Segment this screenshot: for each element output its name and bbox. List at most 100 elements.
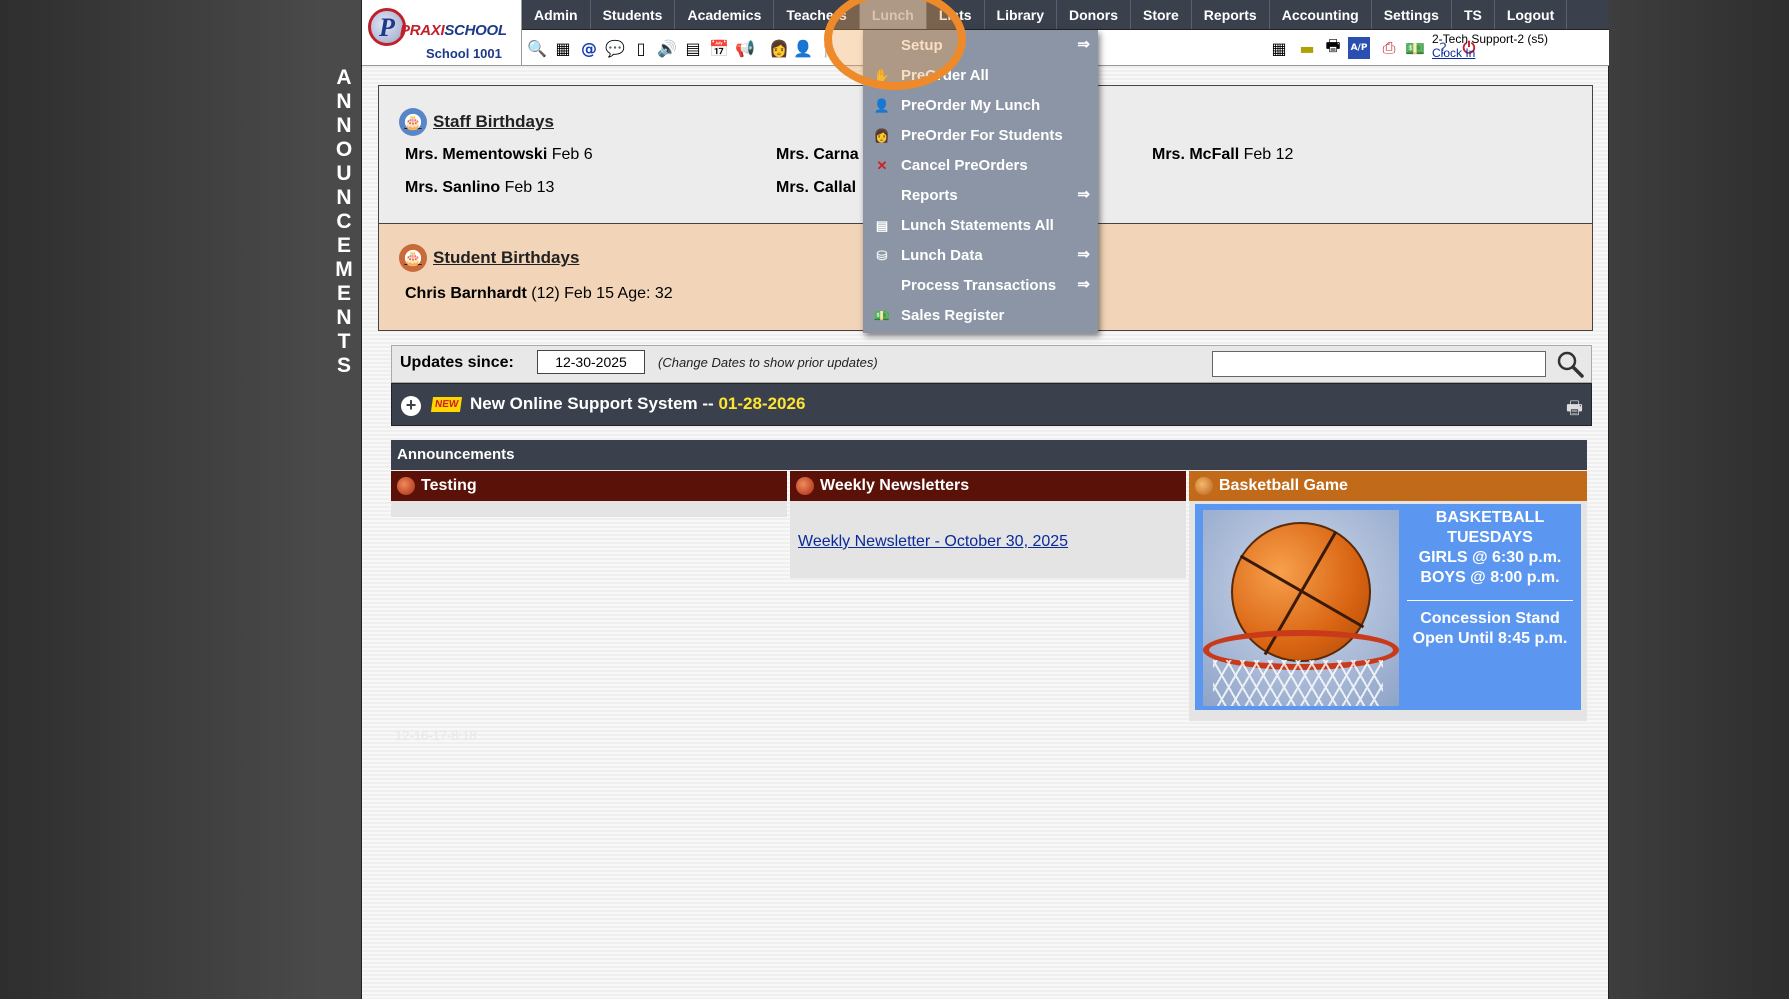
lunch-menu-lunch-data[interactable]: ⛁ Lunch Data ⇒	[863, 240, 1098, 270]
user-info: 2-Tech Support-2 (s5) Clock In	[1432, 32, 1548, 60]
submenu-arrow-icon: ⇒	[1077, 36, 1090, 53]
lunch-menu-preorder-my-lunch[interactable]: 👤 PreOrder My Lunch	[863, 90, 1098, 120]
new-badge: NEW	[430, 397, 463, 412]
updates-label: Updates since:	[400, 354, 514, 371]
logo-brand: PRAXISCHOOL	[400, 22, 507, 39]
print-icon[interactable]: 🖶	[1566, 396, 1583, 426]
calendar-grid-icon[interactable]: ▦	[552, 37, 574, 59]
cake-icon: 🎂	[399, 108, 427, 136]
menu-accounting[interactable]: Accounting	[1270, 0, 1372, 29]
database-icon: ⛁	[876, 248, 888, 263]
student-icon[interactable]: 👤	[792, 37, 814, 59]
menu-teachers[interactable]: Teachers	[774, 0, 860, 29]
staff-birthday-item: Mrs. Callal	[776, 179, 857, 196]
search-icon[interactable]: 🔍	[526, 37, 548, 59]
basketball-flyer-text: BASKETBALL TUESDAYS GIRLS @ 6:30 p.m. BO…	[1401, 508, 1579, 649]
speaker-icon[interactable]: 🔊	[656, 37, 678, 59]
mobile-icon[interactable]: ▯	[630, 37, 652, 59]
logo[interactable]: PRAXISCHOOL School 1001	[362, 0, 522, 66]
support-announcement-bar[interactable]: + NEW New Online Support System -- 01-28…	[391, 383, 1592, 426]
faint-timestamp: 12-16-17-8:18	[395, 728, 477, 743]
menu-academics[interactable]: Academics	[675, 0, 775, 29]
staff-birthdays-title[interactable]: 🎂 Staff Birthdays	[399, 108, 554, 136]
calendar-icon[interactable]: 📅	[708, 37, 730, 59]
menu-lists[interactable]: Lists	[927, 0, 985, 29]
submenu-arrow-icon: ⇒	[1077, 276, 1090, 293]
announcement-column-title: Basketball Game	[1189, 471, 1587, 501]
cancel-icon: ✕	[876, 158, 888, 173]
menu-reports[interactable]: Reports	[1192, 0, 1270, 29]
school-name: School 1001	[426, 46, 502, 61]
menu-lunch[interactable]: Lunch	[859, 0, 927, 29]
lunch-menu-sales-register[interactable]: 💵 Sales Register	[863, 300, 1098, 330]
menu-admin[interactable]: Admin	[522, 0, 591, 29]
updates-date-input[interactable]: 12-30-2025	[537, 350, 645, 374]
preorder-my-lunch-icon: 👤	[873, 98, 891, 113]
email-icon[interactable]: @	[578, 37, 600, 59]
teacher-icon[interactable]: 👩	[768, 37, 790, 59]
ap-icon[interactable]: A/P	[1348, 37, 1370, 59]
pdf-icon[interactable]: ⎙	[1378, 37, 1400, 59]
menu-donors[interactable]: Donors	[1057, 0, 1131, 29]
announcement-column-title: Weekly Newsletters	[790, 471, 1186, 501]
statements-icon: ▤	[875, 218, 889, 233]
search-button[interactable]	[1552, 348, 1588, 380]
lunch-menu-statements-all[interactable]: ▤ Lunch Statements All	[863, 210, 1098, 240]
lunch-menu-reports[interactable]: Reports ⇒	[863, 180, 1098, 210]
lunch-dropdown-menu: Setup ⇒ ✋ PreOrder All 👤 PreOrder My Lunch …	[863, 30, 1098, 333]
submenu-arrow-icon: ⇒	[1077, 186, 1090, 203]
menu-store[interactable]: Store	[1131, 0, 1192, 29]
menu-students[interactable]: Students	[591, 0, 676, 29]
lunch-menu-process-transactions[interactable]: Process Transactions ⇒	[863, 270, 1098, 300]
newsletter-link[interactable]: Weekly Newsletter - October 30, 2025	[790, 501, 1186, 551]
clock-in-link[interactable]: Clock In	[1432, 46, 1548, 60]
lunch-menu-cancel-preorders[interactable]: ✕ Cancel PreOrders	[863, 150, 1098, 180]
basketball-image	[1203, 510, 1399, 706]
chat-icon[interactable]: 💬	[604, 37, 626, 59]
lunch-menu-preorder-all[interactable]: ✋ PreOrder All	[863, 60, 1098, 90]
hoop-net-graphic	[1213, 660, 1383, 706]
announcements-vertical-banner: ANNOUNCEMENTS	[335, 66, 353, 377]
lunch-icon[interactable]: 🍴	[818, 37, 840, 59]
magnifier-icon	[1557, 351, 1584, 378]
announcement-body: BASKETBALL TUESDAYS GIRLS @ 6:30 p.m. BO…	[1189, 501, 1587, 721]
menu-ts[interactable]: TS	[1452, 0, 1495, 29]
submenu-arrow-icon: ⇒	[1077, 246, 1090, 263]
announcements-header: Announcements	[391, 440, 1587, 470]
cake-icon: 🎂	[399, 244, 427, 272]
menu-library[interactable]: Library	[985, 0, 1057, 29]
table-icon[interactable]: ▦	[1268, 37, 1290, 59]
announcement-column-basketball: Basketball Game BASKETBALL TUESDAYS GIRL…	[1189, 471, 1587, 721]
menu-settings[interactable]: Settings	[1372, 0, 1452, 29]
lunch-menu-setup[interactable]: Setup ⇒	[863, 30, 1098, 60]
megaphone-icon[interactable]: 📢	[734, 37, 756, 59]
student-birthday-item: Chris Barnhardt (12) Feb 15 Age: 32	[405, 285, 673, 302]
student-birthdays-title[interactable]: 🎂 Student Birthdays	[399, 244, 579, 272]
announcement-body: Weekly Newsletter - October 30, 2025	[790, 501, 1186, 578]
expand-icon[interactable]: +	[401, 396, 421, 416]
announcement-column-newsletters: Weekly Newsletters Weekly Newsletter - O…	[790, 471, 1186, 578]
preorder-students-icon: 👩	[873, 128, 891, 143]
staff-birthday-item: Mrs. McFall Feb 12	[1152, 146, 1294, 163]
preorder-all-icon: ✋	[873, 68, 891, 83]
announcement-body	[391, 501, 787, 517]
staff-birthday-item: Mrs. Mementowski Feb 6	[405, 146, 593, 163]
ball-icon	[397, 477, 415, 495]
updates-bar: Updates since: 12-30-2025 (Change Dates …	[391, 345, 1592, 383]
menu-logout[interactable]: Logout	[1495, 0, 1568, 29]
basketball-flyer: BASKETBALL TUESDAYS GIRLS @ 6:30 p.m. BO…	[1195, 504, 1581, 710]
updates-hint: (Change Dates to show prior updates)	[658, 355, 878, 370]
lunch-menu-preorder-for-students[interactable]: 👩 PreOrder For Students	[863, 120, 1098, 150]
card-icon[interactable]: ▬	[1296, 37, 1318, 59]
announcement-column-title: Testing	[391, 471, 787, 501]
updates-search-input[interactable]	[1212, 351, 1546, 377]
staff-birthday-item: Mrs. Sanlino Feb 13	[405, 179, 555, 196]
printer-icon[interactable]: 🖶	[1322, 36, 1344, 59]
announcement-column-testing: Testing	[391, 471, 787, 517]
money-icon[interactable]: 💵	[1404, 37, 1426, 59]
staff-birthday-item: Mrs. Carna	[776, 146, 859, 163]
ball-icon	[796, 477, 814, 495]
register-icon: 💵	[873, 308, 891, 323]
main-menu: Admin Students Academics Teachers Lunch …	[522, 0, 1609, 30]
report-icon[interactable]: ▤	[682, 37, 704, 59]
